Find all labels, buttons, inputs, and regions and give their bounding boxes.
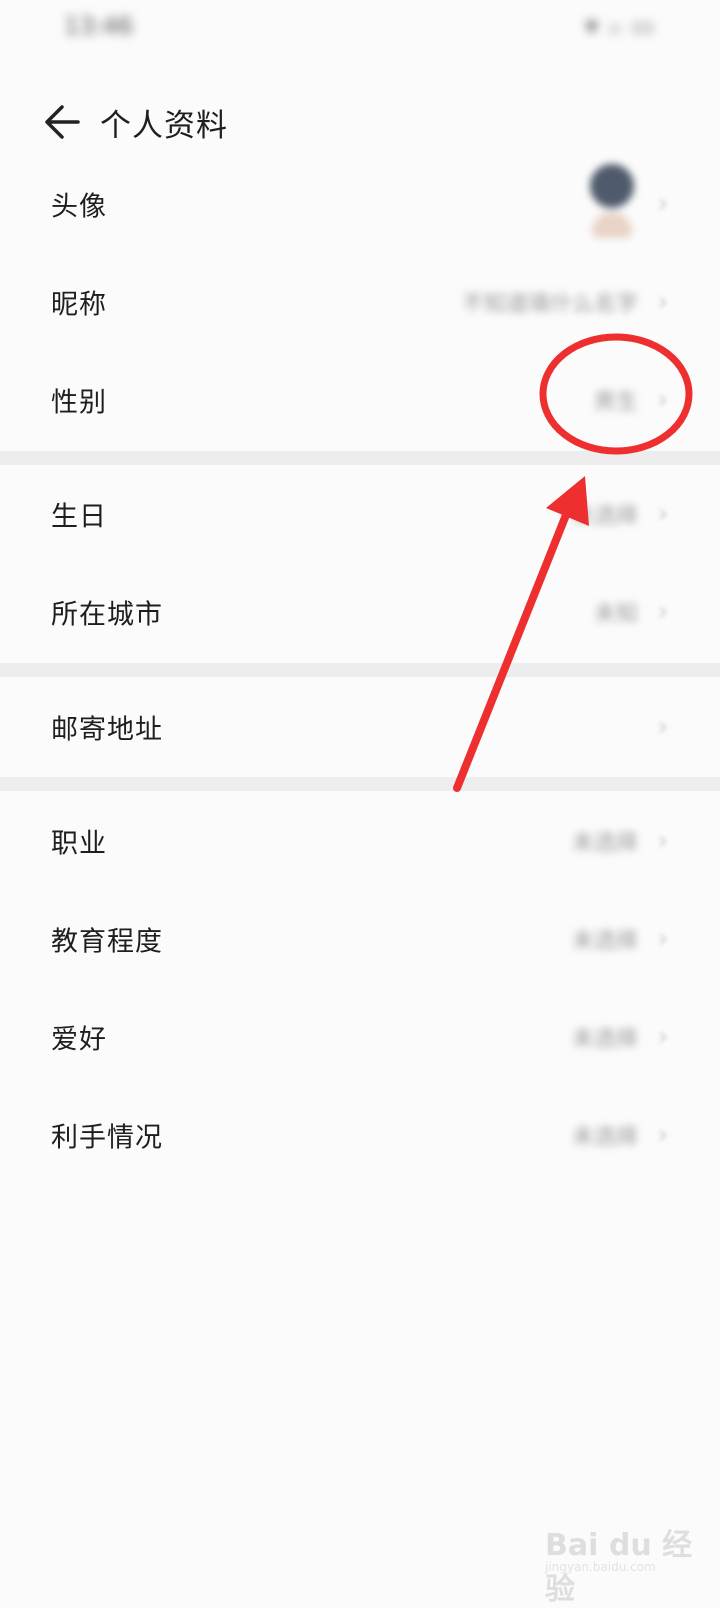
row-label: 教育程度 — [51, 926, 163, 958]
status-bar: 13:46 ▾ ᵢₗ ▭ — [0, 0, 720, 56]
watermark-sub: jingyan.baidu.com — [545, 1560, 656, 1574]
section-divider — [0, 451, 720, 465]
row-label: 利手情况 — [51, 1122, 163, 1154]
row-occupation[interactable]: 职业 未选择 › — [0, 792, 720, 890]
row-value: 未选择 — [571, 1027, 638, 1052]
chevron-right-icon: › — [657, 287, 668, 317]
row-value: 男生 — [593, 390, 638, 415]
row-value: 未选择 — [571, 1125, 638, 1150]
chevron-right-icon: › — [657, 499, 668, 529]
row-value: 未选择 — [571, 929, 638, 954]
chevron-right-icon: › — [657, 924, 668, 954]
status-icons: ▾ ᵢₗ ▭ — [585, 12, 656, 40]
row-avatar[interactable]: 头像 › — [0, 155, 720, 253]
row-education[interactable]: 教育程度 未选择 › — [0, 890, 720, 988]
row-label: 头像 — [51, 191, 107, 223]
row-label: 性别 — [51, 387, 107, 419]
row-value: 未选择 — [571, 831, 638, 856]
row-mailing-address[interactable]: 邮寄地址 › — [0, 678, 720, 776]
chevron-right-icon: › — [657, 1022, 668, 1052]
row-gender[interactable]: 性别 男生 › — [0, 351, 720, 449]
chevron-right-icon: › — [657, 189, 668, 219]
row-value: 未知 — [593, 602, 638, 627]
row-hobby[interactable]: 爱好 未选择 › — [0, 988, 720, 1086]
row-label: 昵称 — [51, 289, 107, 321]
row-birthday[interactable]: 生日 未选择 › — [0, 465, 720, 563]
row-nickname[interactable]: 昵称 不知道填什么名字 › — [0, 253, 720, 351]
row-label: 职业 — [51, 828, 107, 860]
section-divider — [0, 777, 720, 791]
row-label: 所在城市 — [51, 599, 163, 631]
row-label: 生日 — [51, 501, 107, 533]
section-divider — [0, 663, 720, 677]
chevron-right-icon: › — [657, 1120, 668, 1150]
status-time: 13:46 — [64, 12, 134, 40]
row-label: 爱好 — [51, 1024, 107, 1056]
row-value: 不知道填什么名字 — [461, 292, 638, 317]
row-city[interactable]: 所在城市 未知 › — [0, 563, 720, 661]
row-handedness[interactable]: 利手情况 未选择 › — [0, 1086, 720, 1184]
header: 个人资料 — [0, 82, 720, 162]
chevron-right-icon: › — [657, 597, 668, 627]
baidu-watermark: Bai du 经验 jingyan.baidu.com — [545, 1520, 695, 1607]
back-arrow-icon[interactable] — [40, 98, 88, 146]
row-label: 邮寄地址 — [51, 714, 163, 746]
chevron-right-icon: › — [657, 712, 668, 742]
chevron-right-icon: › — [657, 385, 668, 415]
row-value: 未选择 — [571, 504, 638, 529]
page-title: 个人资料 — [100, 108, 228, 144]
user-avatar — [584, 164, 640, 244]
chevron-right-icon: › — [657, 826, 668, 856]
